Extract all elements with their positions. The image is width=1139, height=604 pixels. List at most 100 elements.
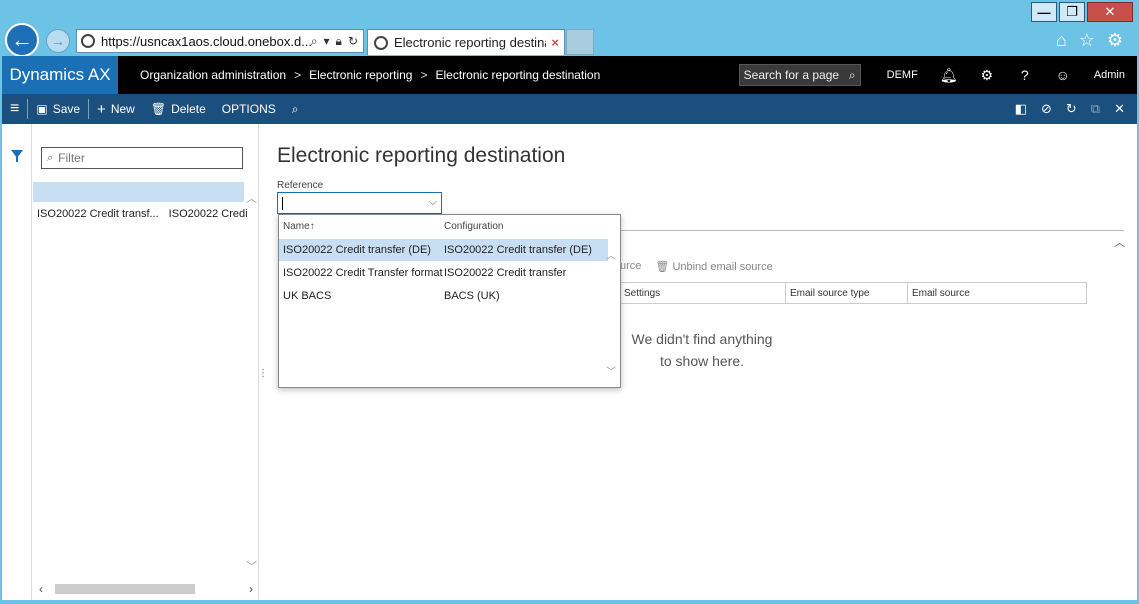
list-pane: ⌕ Filter ISO20022 Credit transf... ISO20… xyxy=(33,124,259,600)
reference-label: Reference xyxy=(277,180,324,191)
lookup-row[interactable]: UK BACS BACS (UK) xyxy=(279,285,608,307)
empty-state-message: We didn't find anything to show here. xyxy=(631,331,773,369)
chevron-up-icon[interactable]: ︿ xyxy=(1114,234,1125,250)
minimize-button[interactable]: — xyxy=(1031,2,1057,22)
chevron-down-icon[interactable]: ﹀ xyxy=(246,558,257,574)
chevron-left-icon[interactable]: ‹ xyxy=(33,582,49,596)
plus-icon: + xyxy=(97,100,106,118)
email-grid-header: Settings Email source type Email source xyxy=(619,282,1087,304)
horizontal-scrollbar[interactable]: ‹ › xyxy=(33,582,259,596)
close-icon[interactable]: ✕ xyxy=(1114,101,1125,117)
column-header-email-source-type[interactable]: Email source type xyxy=(785,283,907,303)
filter-input[interactable]: ⌕ Filter xyxy=(41,147,243,169)
filter-strip xyxy=(2,124,32,600)
breadcrumb-item-org-admin[interactable]: Organization administration xyxy=(140,68,286,82)
restore-button[interactable]: ❐ xyxy=(1059,2,1085,22)
chevron-down-icon[interactable]: ⌵ xyxy=(429,196,437,209)
column-header-settings[interactable]: Settings xyxy=(619,283,785,303)
close-window-button[interactable]: ✕ xyxy=(1087,2,1133,22)
sort-arrow-icon: ↑ xyxy=(309,221,315,232)
trash-icon: 🗑︎ xyxy=(150,102,167,116)
column-header-name[interactable]: Name↑ xyxy=(279,221,444,237)
text-caret xyxy=(282,197,283,210)
action-search-button[interactable]: ⌕ xyxy=(284,94,307,124)
brand-logo[interactable]: Dynamics AX xyxy=(2,56,118,94)
breadcrumb-item-electronic-reporting[interactable]: Electronic reporting xyxy=(309,68,412,82)
search-icon[interactable]: ⌕ xyxy=(311,34,318,49)
reference-lookup-dropdown: Name↑ Configuration ISO20022 Credit tran… xyxy=(278,214,621,388)
lookup-row[interactable]: ISO20022 Credit transfer (DE) ISO20022 C… xyxy=(279,239,608,261)
lock-icon: 🔒︎ xyxy=(335,33,342,48)
new-tab-button[interactable] xyxy=(566,29,594,55)
app-header: Dynamics AX Organization administration … xyxy=(2,56,1137,94)
list-item[interactable]: ISO20022 Credit transf... ISO20022 Credi… xyxy=(37,208,247,226)
save-button[interactable]: ▣ Save xyxy=(28,94,88,124)
filter-icon-stem xyxy=(16,157,18,162)
company-picker[interactable]: DEMF xyxy=(887,69,918,81)
tab-site-icon xyxy=(374,35,388,50)
bell-icon[interactable]: 🔔︎ xyxy=(936,67,962,84)
list-item-config: ISO20022 Credit tr xyxy=(168,208,247,220)
trash-icon: 🗑︎ xyxy=(655,261,673,273)
office-icon[interactable]: ◧ xyxy=(1015,101,1027,117)
column-header-email-source[interactable]: Email source xyxy=(907,283,1087,303)
breadcrumb: Organization administration > Electronic… xyxy=(140,68,600,82)
user-menu[interactable]: Admin xyxy=(1094,69,1125,81)
back-arrow-icon[interactable]: ← xyxy=(5,23,39,57)
section-divider xyxy=(619,230,1124,231)
email-source-actions: urce 🗑︎ Unbind email source xyxy=(620,260,773,273)
action-pane: ≡ ▣ Save + New 🗑︎ Delete OPTIONS ⌕ ◧ ⊘ ↻ ⧉ … xyxy=(2,94,1137,124)
column-header-configuration[interactable]: Configuration xyxy=(444,221,609,237)
search-icon[interactable]: ⌕ xyxy=(849,68,860,83)
settings-gear-icon[interactable]: ⚙ xyxy=(1107,30,1123,51)
forward-arrow-icon[interactable]: → xyxy=(46,29,70,53)
favorites-star-icon[interactable]: ☆ xyxy=(1079,30,1095,51)
chevron-up-icon[interactable]: ︿ xyxy=(246,190,257,206)
refresh-icon[interactable]: ↻ xyxy=(1066,101,1077,117)
list-item-name: ISO20022 Credit transf... xyxy=(37,208,159,220)
tab-close-icon[interactable]: × xyxy=(546,35,564,50)
gear-icon[interactable]: ⚙ xyxy=(974,67,1000,84)
chevron-up-icon[interactable]: ︿ xyxy=(606,247,616,262)
list-selected-row[interactable] xyxy=(33,182,244,202)
unbind-email-source-button[interactable]: 🗑︎ Unbind email source xyxy=(655,260,772,273)
pane-splitter-handle[interactable]: ⋮ xyxy=(258,368,268,379)
browser-frame-bottom xyxy=(0,600,1139,604)
refresh-icon[interactable]: ↻ xyxy=(348,34,358,49)
reference-combobox[interactable]: ⌵ xyxy=(277,192,442,214)
lookup-header: Name↑ Configuration xyxy=(279,221,609,237)
address-url: https://usncax1aos.cloud.onebox.d... xyxy=(101,33,311,49)
tab-title: Electronic reporting destina... xyxy=(394,35,547,50)
chevron-right-icon[interactable]: › xyxy=(243,582,259,596)
lookup-row[interactable]: ISO20022 Credit Transfer format ISO20022… xyxy=(279,262,608,284)
window-controls: — ❐ ✕ xyxy=(1029,2,1133,22)
breadcrumb-separator: > xyxy=(420,68,428,82)
new-button[interactable]: + New xyxy=(89,94,143,124)
smiley-feedback-icon[interactable]: ☺ xyxy=(1050,67,1076,83)
breadcrumb-item-destination[interactable]: Electronic reporting destination xyxy=(436,68,601,82)
attachment-icon[interactable]: ⊘ xyxy=(1041,101,1052,117)
hamburger-icon: ≡ xyxy=(10,100,20,117)
dropdown-icon[interactable]: ▾ xyxy=(324,34,330,49)
home-icon[interactable]: ⌂ xyxy=(1056,30,1067,51)
breadcrumb-separator: > xyxy=(294,68,302,82)
chevron-down-icon[interactable]: ﹀ xyxy=(606,363,616,378)
site-icon xyxy=(81,34,95,48)
page-search-input[interactable]: Search for a page ⌕ xyxy=(738,64,861,86)
browser-frame: — ❐ ✕ ← → https://usncax1aos.cloud.onebo… xyxy=(0,0,1139,57)
help-icon[interactable]: ? xyxy=(1012,67,1038,83)
search-icon: ⌕ xyxy=(291,101,299,116)
search-icon: ⌕ xyxy=(47,151,54,164)
options-tab[interactable]: OPTIONS xyxy=(214,94,284,124)
page-title: Electronic reporting destination xyxy=(277,144,566,167)
delete-button[interactable]: 🗑︎ Delete xyxy=(143,94,214,124)
nav-menu-button[interactable]: ≡ xyxy=(2,94,27,124)
popout-icon[interactable]: ⧉ xyxy=(1091,101,1100,117)
browser-tab[interactable]: Electronic reporting destina... × xyxy=(367,29,565,55)
details-pane: Electronic reporting destination Referen… xyxy=(277,124,1132,600)
bind-email-source-button[interactable]: urce xyxy=(620,260,641,273)
scrollbar-thumb[interactable] xyxy=(55,584,195,594)
address-bar[interactable]: https://usncax1aos.cloud.onebox.d... ⌕ ▾… xyxy=(76,29,364,53)
page-content: ⌕ Filter ISO20022 Credit transf... ISO20… xyxy=(2,124,1137,600)
save-icon: ▣ xyxy=(36,102,48,116)
